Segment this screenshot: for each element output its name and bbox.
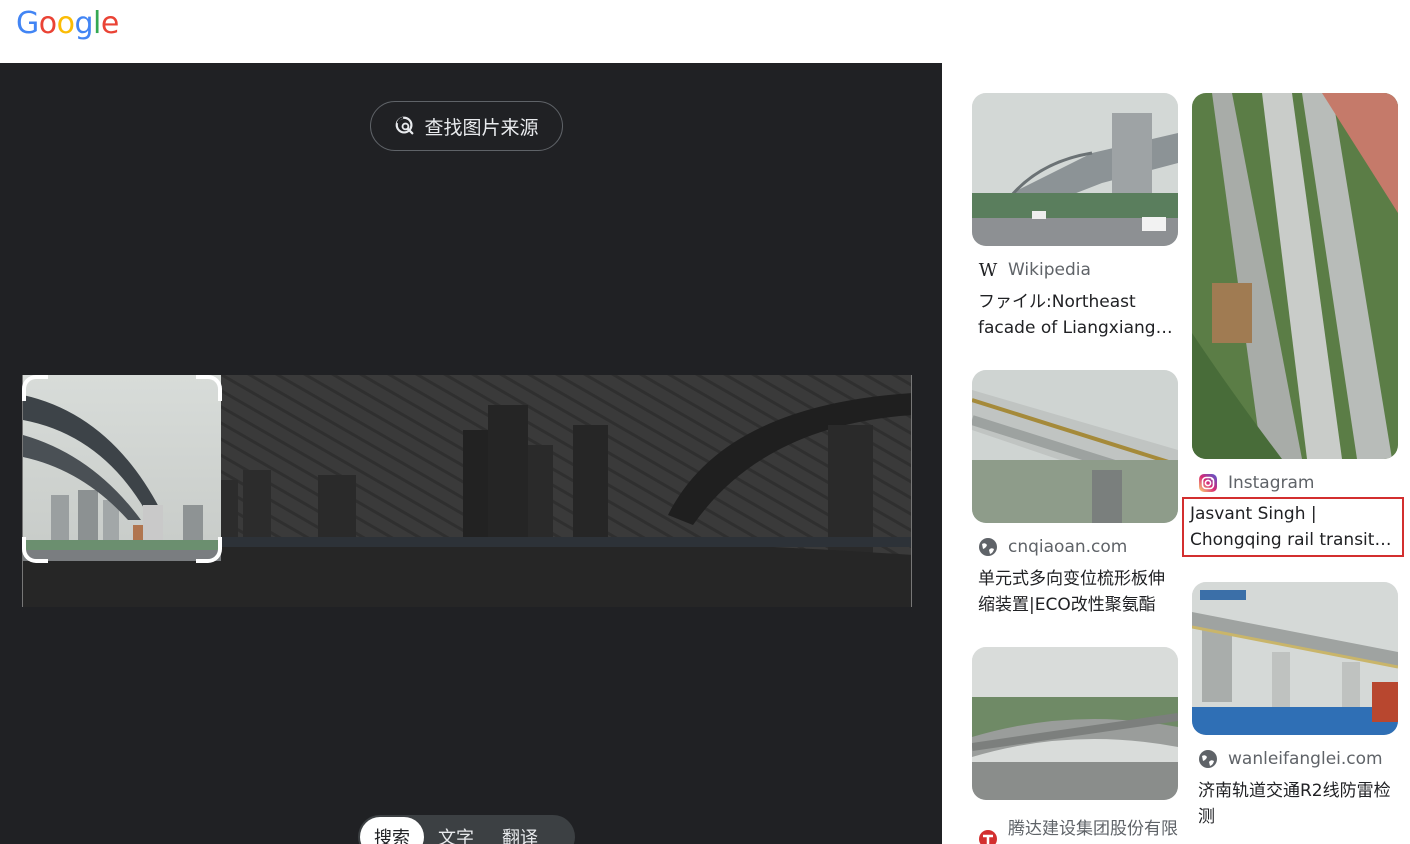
header: Google [0,0,1410,63]
logo-letter: G [16,6,39,41]
result-card[interactable]: Instagram Jasvant Singh | Chongqing rail… [1182,93,1404,557]
tengda-logo-icon [978,829,998,844]
mode-text-tab[interactable]: 文字 [424,817,488,844]
mode-selector: 搜索 文字 翻译 [358,815,575,844]
result-source-name: 腾达建设集团股份有限公司 [1008,819,1178,839]
result-source: Instagram [1198,473,1398,493]
result-card[interactable]: cnqiaoan.com 单元式多向变位梳形板伸缩装置|ECO改性聚氨酯 [972,370,1178,618]
wikipedia-icon: W [978,259,998,281]
instagram-icon [1198,473,1218,493]
result-title[interactable]: Jasvant Singh | Chongqing rail transit m… [1182,497,1404,557]
logo-letter: o [38,6,57,41]
find-image-source-label: 查找图片来源 [424,116,539,139]
crop-handle-bottom-left[interactable] [22,537,48,563]
result-source-name: cnqiaoan.com [1008,537,1128,557]
logo-letter: g [74,6,94,41]
result-thumbnail[interactable] [972,647,1178,800]
globe-icon [1198,749,1218,769]
crop-handle-top-right[interactable] [196,375,222,401]
logo-letter: o [56,6,75,41]
crop-selection-box[interactable] [22,375,222,563]
globe-icon [978,537,998,557]
result-source: wanleifanglei.com [1198,749,1398,769]
mode-search-tab[interactable]: 搜索 [360,817,424,844]
crop-handle-top-left[interactable] [22,375,48,401]
result-card[interactable]: 腾达建设集团股份有限公司 [972,647,1178,844]
logo-letter: l [93,6,101,41]
result-source: W Wikipedia [978,259,1178,281]
result-thumbnail[interactable] [1192,582,1398,735]
result-title[interactable]: ファイル:Northeast facade of Liangxiang Camp… [978,289,1174,341]
result-title[interactable]: 济南轨道交通R2线防雷检测 [1198,778,1394,830]
result-source: cnqiaoan.com [978,537,1178,557]
query-image-pane: 查找图片来源 搜索 文字 翻译 [0,63,942,844]
result-thumbnail[interactable] [972,370,1178,523]
lens-search-icon [396,116,414,135]
crop-handle-bottom-right[interactable] [196,537,222,563]
result-title[interactable]: 单元式多向变位梳形板伸缩装置|ECO改性聚氨酯 [978,566,1174,618]
result-card[interactable]: W Wikipedia ファイル:Northeast facade of Lia… [972,93,1178,341]
logo-letter: e [100,6,119,41]
result-thumbnail[interactable] [972,93,1178,246]
find-image-source-button[interactable]: 查找图片来源 [370,101,563,151]
mode-translate-tab[interactable]: 翻译 [488,817,552,844]
visual-matches-pane: W Wikipedia ファイル:Northeast facade of Lia… [942,63,1410,844]
result-source-name: Instagram [1228,473,1315,493]
result-thumbnail[interactable] [1192,93,1398,459]
result-source-name: Wikipedia [1008,260,1091,280]
result-source-name: wanleifanglei.com [1228,749,1383,769]
google-logo[interactable]: Google [16,6,119,41]
result-card[interactable]: wanleifanglei.com 济南轨道交通R2线防雷检测 [1192,582,1398,830]
result-source: 腾达建设集团股份有限公司 [978,814,1178,844]
